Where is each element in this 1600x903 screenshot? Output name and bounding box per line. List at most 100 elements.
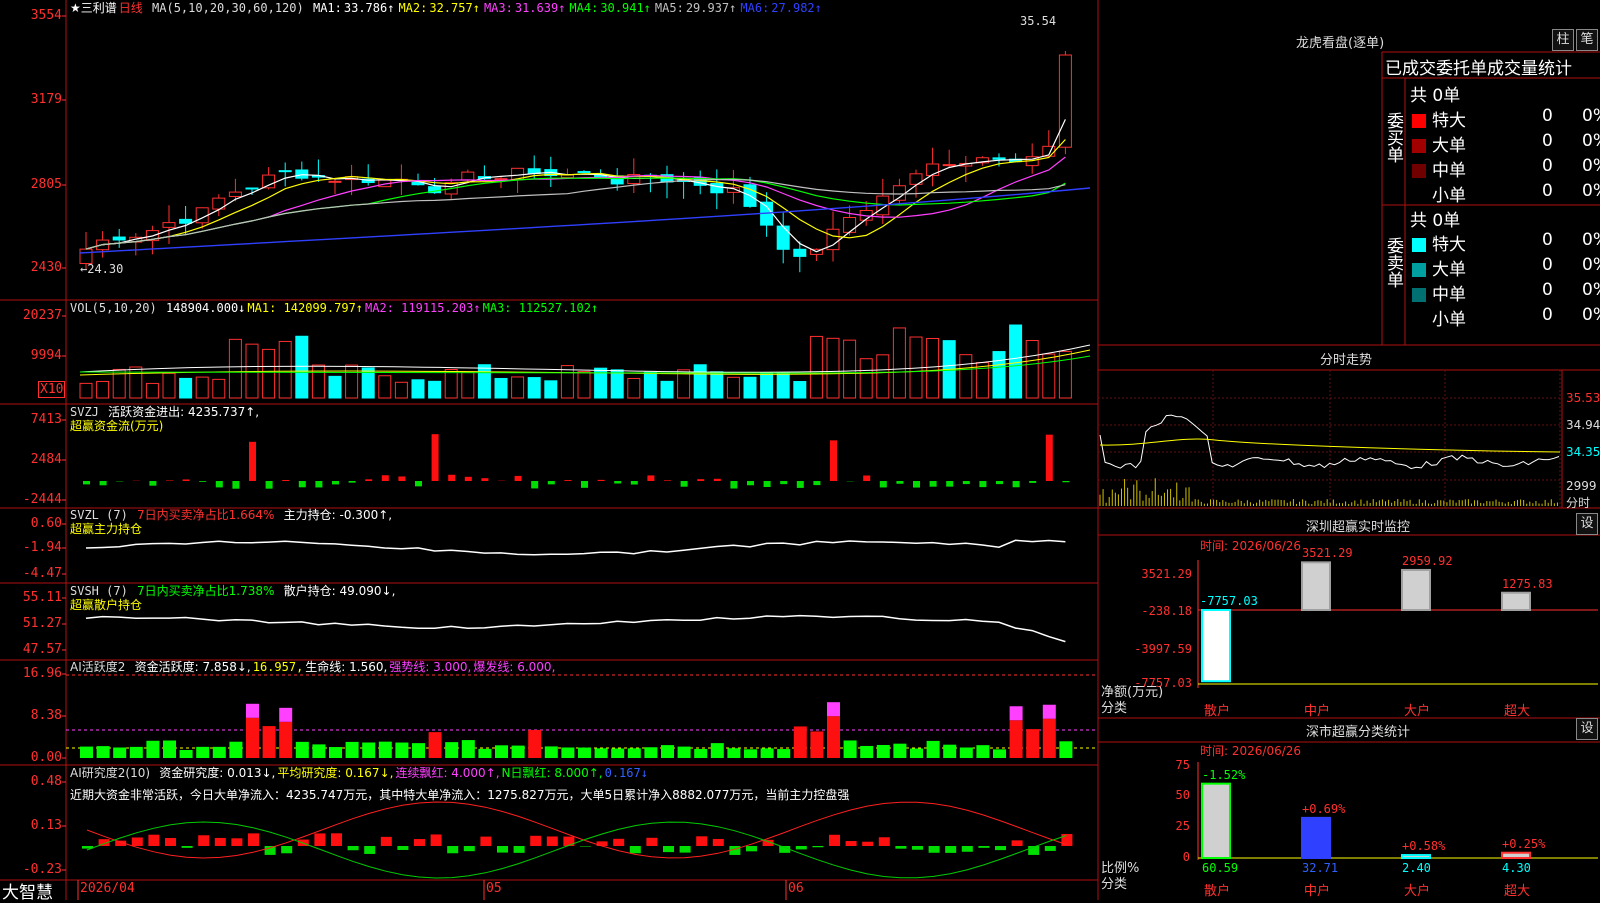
- y-tick-label: -2444: [0, 492, 62, 507]
- research-bar: [314, 833, 325, 846]
- volume-bar: [644, 372, 656, 398]
- ai-activity-bar: [312, 744, 325, 758]
- chart-canvas[interactable]: [0, 0, 1600, 900]
- order-row-2[interactable]: 中单00%: [1412, 156, 1600, 180]
- volume-bar: [827, 338, 839, 398]
- ai-activity-bar: [910, 749, 923, 758]
- ai-activity-bar: [246, 718, 259, 758]
- research-bar: [663, 846, 674, 852]
- candle-body: [329, 181, 341, 182]
- volume-bar: [794, 382, 806, 398]
- order-color-swatch: [1412, 114, 1426, 128]
- ai2-comment: 近期大资金非常活跃，今日大单净流入：4235.747万元，其中特大单净流入：12…: [70, 788, 849, 802]
- ai-activity-bar: [678, 747, 691, 758]
- order-pct: 0%: [1582, 181, 1600, 201]
- svzl-label2: 主力持仓: -0.300↑,: [284, 508, 392, 522]
- volume-bar: [1026, 341, 1038, 398]
- order-row-1[interactable]: 大单00%: [1412, 131, 1600, 155]
- research-bar: [978, 846, 989, 848]
- longhu-tabs[interactable]: 已成交委托单成交量统计: [1385, 54, 1572, 79]
- volume-bar: [860, 359, 872, 398]
- volume-bar: [1010, 325, 1022, 398]
- y-tick-label: 0.60: [0, 516, 62, 531]
- ai-activity-bar: [661, 745, 674, 758]
- volume-bar: [628, 378, 640, 398]
- high-price-label: 35.54: [1020, 14, 1056, 28]
- svzj-bar: [299, 481, 306, 487]
- order-pct: 0%: [1582, 230, 1600, 250]
- y-tick-label: 3554: [0, 8, 62, 23]
- svzj-bar: [946, 481, 953, 487]
- ai-activity-bar: [1026, 729, 1039, 758]
- fenshi-title[interactable]: 分时走势: [1320, 349, 1372, 368]
- classify-value: 2.40: [1402, 861, 1431, 875]
- ma-values: MA1:33.786↑MA2:32.757↑MA3:31.639↑MA4:30.…: [313, 1, 826, 15]
- volume-bar: [993, 352, 1005, 398]
- sz-classify-settings-button[interactable]: 设: [1576, 718, 1598, 740]
- classify-category: 散户: [1204, 880, 1230, 899]
- order-pct: 0%: [1582, 280, 1600, 300]
- svzj-bar: [996, 481, 1003, 484]
- research-bar: [431, 834, 442, 846]
- order-row-1[interactable]: 大单00%: [1412, 255, 1600, 279]
- ai-activity-peak: [827, 702, 840, 716]
- classify-category: 超大: [1504, 880, 1530, 899]
- ai-activity-bar: [1010, 720, 1023, 758]
- ai-activity-bar: [844, 740, 857, 758]
- order-row-3[interactable]: 小单00%: [1412, 181, 1600, 205]
- vol-title: VOL(5,10,20): [70, 301, 157, 315]
- volume-bar: [346, 365, 358, 398]
- research-bar: [696, 836, 707, 846]
- candle-body: [794, 249, 806, 256]
- svsh-subtitle: 超赢散户持仓: [70, 598, 142, 612]
- research-bar: [514, 846, 525, 853]
- classify-value: 32.71: [1302, 861, 1338, 875]
- ai-activity-bar: [860, 746, 873, 758]
- candle-body: [296, 170, 308, 178]
- order-row-0[interactable]: 特大00%: [1412, 230, 1600, 254]
- ai-activity-bar: [80, 747, 93, 758]
- x-axis-label: 2026/04: [80, 881, 135, 896]
- ai2-v4: N日飘红: 8.000↑,: [502, 766, 603, 780]
- research-bar: [1012, 840, 1023, 846]
- period-label[interactable]: 日线: [119, 1, 143, 15]
- order-row-0[interactable]: 特大00%: [1412, 106, 1600, 130]
- order-row-3[interactable]: 小单00%: [1412, 305, 1600, 329]
- volume-bar: [296, 336, 308, 398]
- svzj-bar: [764, 481, 771, 487]
- research-bar: [846, 841, 857, 846]
- volume-bar: [180, 378, 192, 398]
- volume-bar: [395, 382, 407, 398]
- order-type-label: 特大: [1432, 111, 1466, 131]
- order-count: 0: [1542, 106, 1553, 126]
- ai-activity-bar: [1043, 719, 1056, 758]
- svzj-bar: [315, 481, 322, 487]
- sz-monitor-settings-button[interactable]: 设: [1576, 513, 1598, 535]
- research-bar: [348, 846, 359, 850]
- svzj-bar: [963, 481, 970, 484]
- svzj-bar: [830, 440, 837, 481]
- ma3-line: [86, 157, 1065, 249]
- research-bar: [381, 837, 392, 846]
- svzl-header: SVZL (7) 7日内买卖净占比1.664% 主力持仓: -0.300↑, 超…: [70, 508, 394, 536]
- stock-name[interactable]: ★三利谱: [70, 1, 117, 15]
- research-bar: [231, 838, 242, 846]
- monitor-bar-value: 2959.92: [1402, 554, 1453, 568]
- tick-mode-button[interactable]: 笔: [1576, 29, 1598, 51]
- vol-ma1: MA1: 142099.797↑: [247, 301, 363, 315]
- research-bar: [995, 846, 1006, 850]
- bar-mode-button[interactable]: 柱: [1552, 29, 1574, 51]
- order-row-2[interactable]: 中单00%: [1412, 280, 1600, 304]
- ma1-line: [86, 119, 1065, 251]
- research-bar: [879, 837, 890, 846]
- monitor-bar: [1302, 562, 1330, 610]
- svzj-bar: [896, 481, 903, 484]
- volume-bar: [495, 378, 507, 398]
- ma5-line: [86, 180, 1065, 250]
- ai-activity-peak: [1043, 705, 1056, 719]
- svzj-bar: [282, 480, 289, 481]
- sz-classify-title: 深市超赢分类统计: [1306, 721, 1410, 740]
- candle-body: [462, 172, 474, 180]
- volume-bar: [445, 370, 457, 398]
- fenshi-vol-unit: 分时: [1566, 494, 1590, 511]
